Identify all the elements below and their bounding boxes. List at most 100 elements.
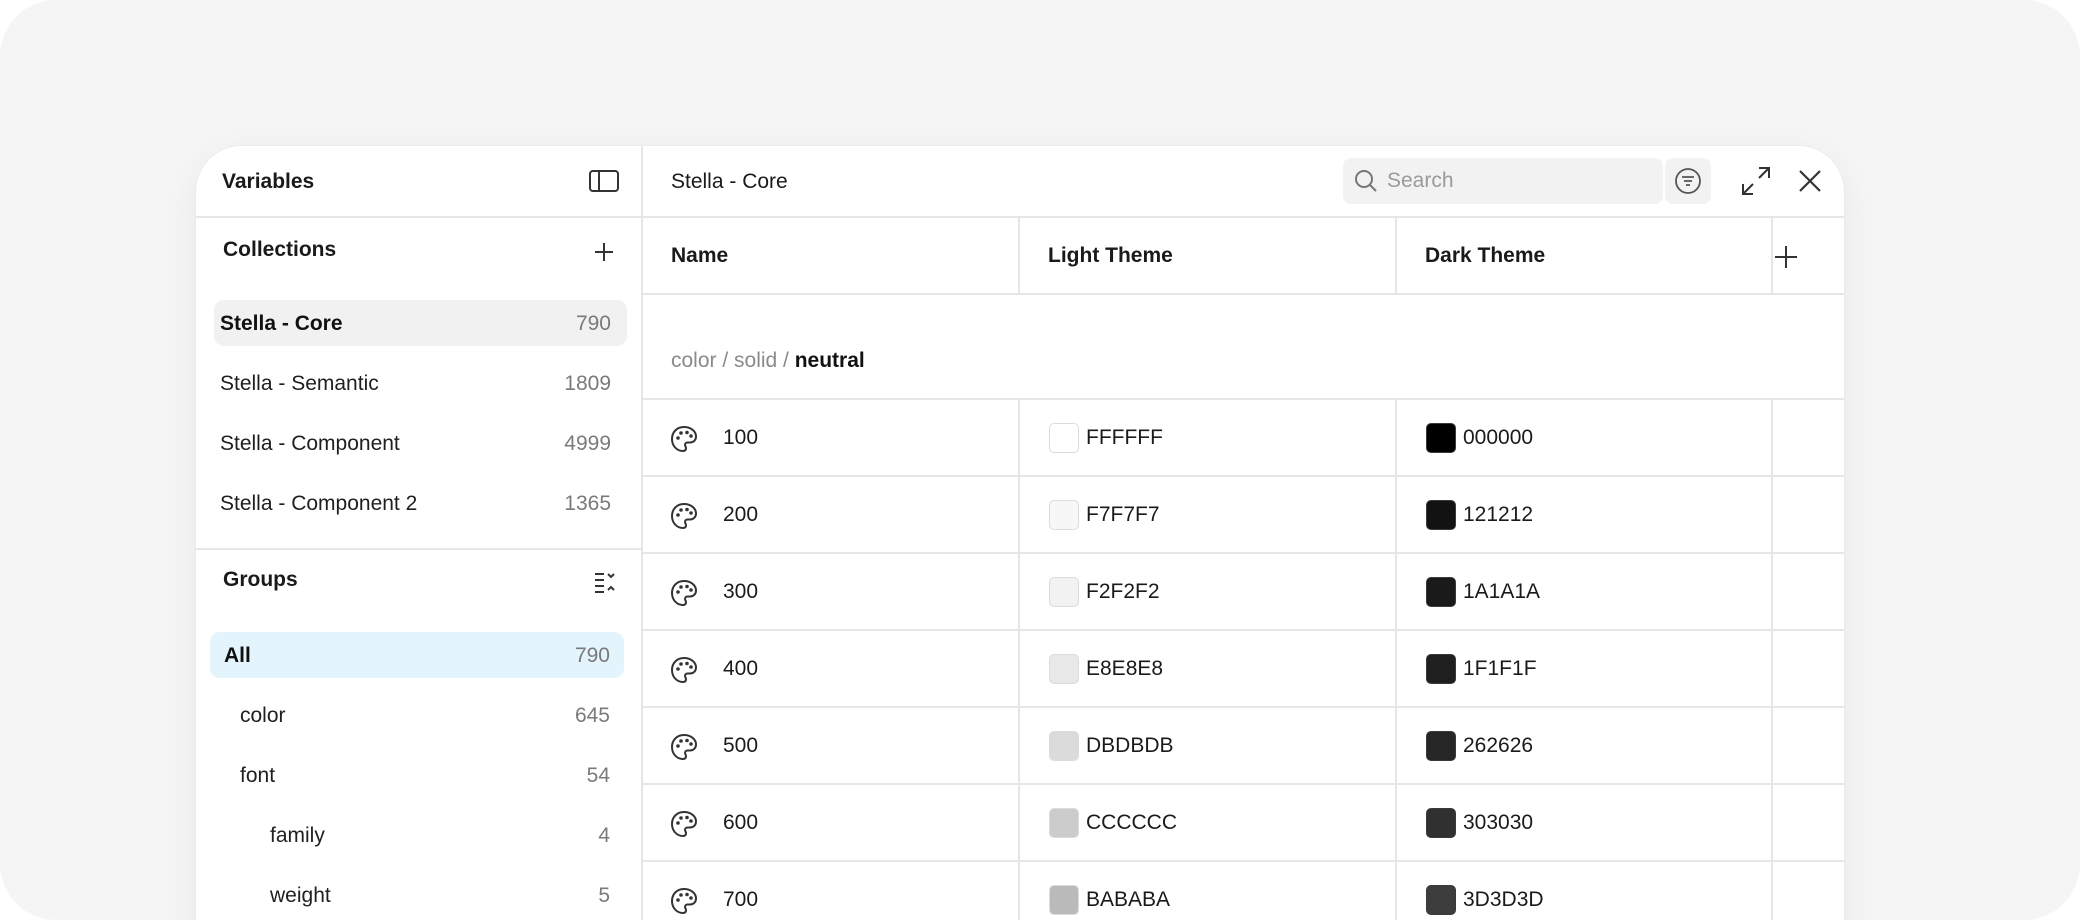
column-header-dark-theme[interactable]: Dark Theme	[1397, 218, 1772, 293]
dark-value[interactable]: 1A1A1A	[1463, 580, 1540, 604]
main-area: Stella - Core Search Name Light Theme Da…	[643, 146, 1844, 920]
filter-button[interactable]	[1665, 158, 1711, 204]
dark-value[interactable]: 3D3D3D	[1463, 888, 1544, 912]
palette-icon	[670, 425, 698, 453]
collection-title: Stella - Core	[671, 170, 788, 193]
variable-row[interactable]: 700 BABABA 3D3D3D	[643, 862, 1844, 920]
light-color-swatch[interactable]	[1049, 885, 1079, 915]
search-input[interactable]	[1387, 158, 1677, 204]
group-breadcrumb: color / solid / neutral	[671, 349, 865, 373]
collections-title: Collections	[223, 238, 337, 261]
palette-icon	[670, 887, 698, 915]
palette-icon	[670, 733, 698, 761]
collections-header: Collections	[196, 220, 643, 280]
group-item-family[interactable]: family 4	[210, 812, 624, 858]
dark-value[interactable]: 262626	[1463, 734, 1533, 758]
dark-value[interactable]: 1F1F1F	[1463, 657, 1537, 681]
dark-color-swatch[interactable]	[1426, 423, 1456, 453]
variable-name: 500	[723, 734, 759, 757]
light-value[interactable]: F2F2F2	[1086, 580, 1160, 604]
expand-icon[interactable]	[1739, 164, 1773, 198]
variable-name: 400	[723, 657, 759, 680]
variable-name: 600	[723, 811, 759, 834]
collection-count: 790	[575, 312, 611, 335]
panel-title: Variables	[222, 170, 315, 193]
sidebar: Variables Collections Stella - Core 790 …	[196, 146, 643, 920]
variable-row[interactable]: 500 DBDBDB 262626	[643, 708, 1844, 785]
light-value[interactable]: FFFFFF	[1086, 426, 1163, 450]
variable-row[interactable]: 100 FFFFFF 000000	[643, 400, 1844, 477]
light-color-swatch[interactable]	[1049, 577, 1079, 607]
light-color-swatch[interactable]	[1049, 500, 1079, 530]
group-count: 5	[598, 884, 610, 907]
group-item-weight[interactable]: weight 5	[210, 872, 624, 918]
groups-title: Groups	[223, 568, 298, 591]
breadcrumb-prefix: color / solid /	[671, 349, 795, 372]
search-box	[1343, 158, 1677, 204]
group-label: All	[224, 644, 251, 667]
palette-icon	[670, 579, 698, 607]
group-label: font	[240, 764, 276, 787]
palette-icon	[670, 810, 698, 838]
light-color-swatch[interactable]	[1049, 654, 1079, 684]
group-item-font[interactable]: font 54	[210, 752, 624, 798]
search-icon	[1355, 170, 1377, 192]
group-count: 4	[598, 824, 610, 847]
group-item-all[interactable]: All 790	[210, 632, 624, 678]
collection-count: 4999	[564, 432, 611, 455]
column-header-light-theme[interactable]: Light Theme	[1020, 218, 1395, 293]
sidebar-header: Variables	[196, 146, 643, 218]
dark-value[interactable]: 303030	[1463, 811, 1533, 835]
dark-value[interactable]: 121212	[1463, 503, 1533, 527]
group-path-row: color / solid / neutral	[643, 295, 1844, 400]
light-value[interactable]: BABABA	[1086, 888, 1170, 912]
backdrop: Variables Collections Stella - Core 790 …	[0, 0, 2080, 920]
group-count: 790	[574, 644, 610, 667]
collection-label: Stella - Component 2	[220, 492, 418, 515]
group-label: color	[240, 704, 286, 727]
variable-row[interactable]: 300 F2F2F2 1A1A1A	[643, 554, 1844, 631]
collapse-groups-icon[interactable]	[592, 568, 620, 596]
dark-color-swatch[interactable]	[1426, 808, 1456, 838]
add-mode-icon[interactable]	[1771, 242, 1801, 272]
collection-label: Stella - Component	[220, 432, 400, 455]
collection-label: Stella - Core	[220, 312, 343, 335]
main-header: Stella - Core	[643, 146, 1844, 218]
light-value[interactable]: CCCCCC	[1086, 811, 1177, 835]
variable-row[interactable]: 400 E8E8E8 1F1F1F	[643, 631, 1844, 708]
collection-item-stella-semantic[interactable]: Stella - Semantic 1809	[214, 360, 627, 406]
collection-item-stella-core[interactable]: Stella - Core 790	[214, 300, 627, 346]
light-value[interactable]: DBDBDB	[1086, 734, 1174, 758]
group-item-color[interactable]: color 645	[210, 692, 624, 738]
column-divider	[1018, 218, 1020, 295]
collection-item-stella-component[interactable]: Stella - Component 4999	[214, 420, 627, 466]
collection-count: 1365	[564, 492, 611, 515]
groups-header: Groups	[196, 550, 643, 610]
filter-icon	[1675, 168, 1701, 194]
light-value[interactable]: E8E8E8	[1086, 657, 1163, 681]
light-color-swatch[interactable]	[1049, 423, 1079, 453]
add-collection-icon[interactable]	[590, 238, 618, 266]
column-header-name[interactable]: Name	[643, 218, 1018, 293]
palette-icon	[670, 502, 698, 530]
variable-name: 700	[723, 888, 759, 911]
light-color-swatch[interactable]	[1049, 731, 1079, 761]
variable-row[interactable]: 200 F7F7F7 121212	[643, 477, 1844, 554]
close-icon[interactable]	[1793, 164, 1827, 198]
column-label: Dark Theme	[1425, 244, 1546, 267]
breadcrumb-current: neutral	[794, 349, 865, 372]
dark-color-swatch[interactable]	[1426, 654, 1456, 684]
sidebar-toggle-icon[interactable]	[588, 168, 620, 194]
light-value[interactable]: F7F7F7	[1086, 503, 1160, 527]
dark-color-swatch[interactable]	[1426, 577, 1456, 607]
variables-panel: Variables Collections Stella - Core 790 …	[196, 146, 1844, 920]
variable-name: 300	[723, 580, 759, 603]
light-color-swatch[interactable]	[1049, 808, 1079, 838]
variable-row[interactable]: 600 CCCCCC 303030	[643, 785, 1844, 862]
dark-color-swatch[interactable]	[1426, 885, 1456, 915]
dark-value[interactable]: 000000	[1463, 426, 1533, 450]
collection-item-stella-component-2[interactable]: Stella - Component 2 1365	[214, 480, 627, 526]
dark-color-swatch[interactable]	[1426, 731, 1456, 761]
column-label: Name	[671, 244, 729, 267]
dark-color-swatch[interactable]	[1426, 500, 1456, 530]
